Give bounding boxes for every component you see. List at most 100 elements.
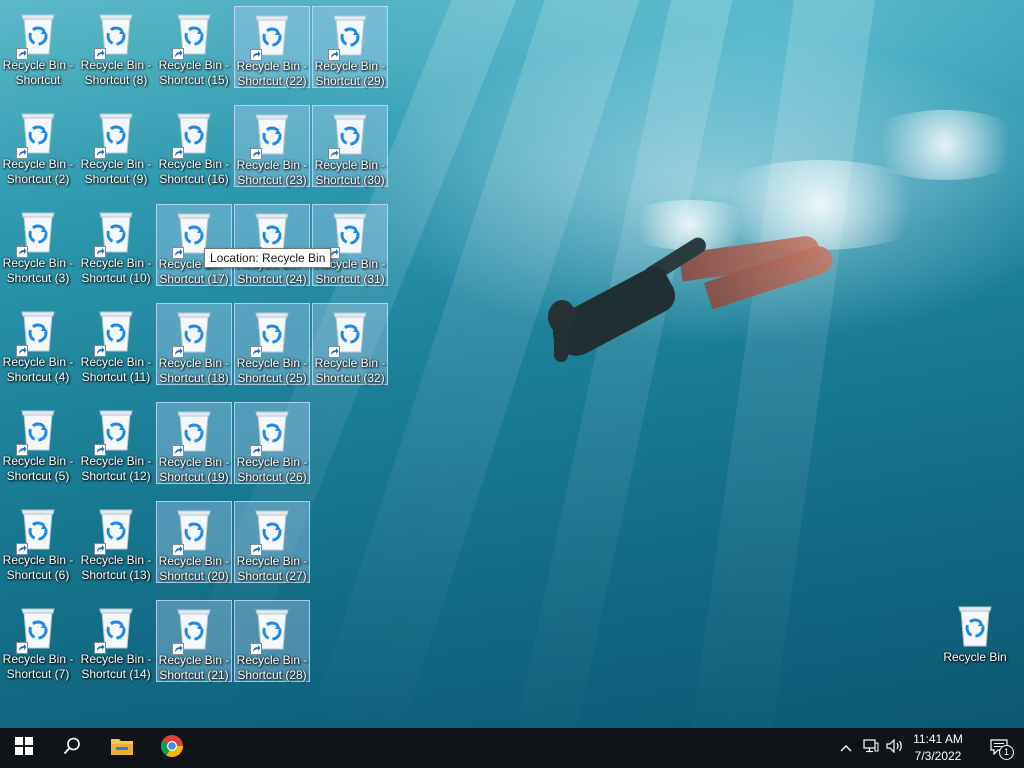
chrome-button[interactable]: [148, 728, 196, 768]
recycle-bin-icon: [16, 505, 58, 555]
volume-tray-button[interactable]: [884, 728, 906, 768]
recycle-bin-shortcut-item[interactable]: Recycle Bin - Shortcut: [0, 6, 76, 88]
recycle-bin-shortcut-item[interactable]: Recycle Bin - Shortcut (7): [0, 600, 76, 682]
shortcut-label: Recycle Bin - Shortcut (3): [0, 256, 76, 286]
recycle-bin-shortcut-item[interactable]: Recycle Bin - Shortcut (5): [0, 402, 76, 484]
recycle-bin-icon: [955, 602, 995, 648]
shortcut-arrow-icon: [94, 48, 106, 60]
recycle-bin-shortcut-item[interactable]: Recycle Bin - Shortcut (15): [156, 6, 232, 88]
shortcut-label: Recycle Bin - Shortcut (13): [78, 553, 154, 583]
recycle-bin-shortcut-item[interactable]: Recycle Bin - Shortcut (20): [156, 501, 232, 583]
recycle-bin-shortcut-item[interactable]: Recycle Bin - Shortcut (8): [78, 6, 154, 88]
recycle-bin-icon-item[interactable]: Recycle Bin: [937, 598, 1013, 680]
shortcut-arrow-icon: [328, 148, 340, 160]
shortcut-arrow-icon: [94, 543, 106, 555]
recycle-bin-shortcut-item[interactable]: Recycle Bin - Shortcut (29): [312, 6, 388, 88]
network-tray-button[interactable]: [860, 728, 882, 768]
desktop[interactable]: Recycle Bin - Shortcut Recycle Bin - Shortc…: [0, 0, 1024, 728]
shortcut-label-line2: Shortcut (2): [6, 172, 70, 186]
shortcut-label-line1: Recycle Bin -: [158, 653, 230, 667]
recycle-bin-icon: [16, 10, 58, 60]
shortcut-arrow-icon: [250, 148, 262, 160]
shortcut-label: Recycle Bin - Shortcut (7): [0, 652, 76, 682]
shortcut-label-line1: Recycle Bin -: [2, 553, 74, 567]
shortcut-label: Recycle Bin - Shortcut (21): [157, 653, 231, 683]
shortcut-label: Recycle Bin - Shortcut (8): [78, 58, 154, 88]
recycle-bin-label: Recycle Bin: [943, 650, 1007, 664]
taskbar-clock[interactable]: 11:41 AM 7/3/2022: [906, 731, 970, 765]
recycle-bin-shortcut-item[interactable]: Recycle Bin - Shortcut (12): [78, 402, 154, 484]
windows-logo-icon: [15, 736, 33, 760]
recycle-bin-shortcut-item[interactable]: Recycle Bin - Shortcut (21): [156, 600, 232, 682]
recycle-bin-shortcut-item[interactable]: Recycle Bin - Shortcut (19): [156, 402, 232, 484]
recycle-bin-icon: [16, 307, 58, 357]
shortcut-label: Recycle Bin - Shortcut (29): [313, 59, 387, 89]
shortcut-label-line2: Shortcut (19): [159, 470, 229, 484]
shortcut-label-line2: Shortcut (28): [237, 668, 307, 682]
shortcut-label-line2: Shortcut (6): [6, 568, 70, 582]
shortcut-label-line1: Recycle Bin -: [236, 158, 308, 172]
search-button[interactable]: [48, 728, 96, 768]
recycle-bin-icon: [16, 208, 58, 258]
recycle-bin-shortcut-item[interactable]: Recycle Bin -Shortcut (24): [234, 204, 310, 286]
action-center-icon: 1: [990, 739, 1014, 760]
shortcut-label-line1: Recycle Bin -: [314, 59, 386, 73]
speaker-icon: [886, 738, 904, 758]
recycle-bin-shortcut-item[interactable]: Recycle Bin - Shortcut (27): [234, 501, 310, 583]
recycle-bin-shortcut-item[interactable]: Recycle Bin - Shortcut (31): [312, 204, 388, 286]
recycle-bin-shortcut-item[interactable]: Recycle Bin - Shortcut (18): [156, 303, 232, 385]
recycle-bin-icon: [172, 10, 214, 60]
shortcut-label-line2: Shortcut (5): [6, 469, 70, 483]
recycle-bin-icon: [16, 406, 58, 456]
shortcut-arrow-icon: [172, 643, 184, 655]
recycle-bin-shortcut-item[interactable]: Recycle Bin - Shortcut (6): [0, 501, 76, 583]
recycle-bin-shortcut-item[interactable]: Recycle Bin - Shortcut (26): [234, 402, 310, 484]
shortcut-label-line2: Shortcut (21): [159, 668, 229, 682]
network-icon: [863, 738, 879, 758]
shortcut-label: Recycle Bin - Shortcut (28): [235, 653, 309, 683]
shortcut-label: Recycle Bin - Shortcut (15): [156, 58, 232, 88]
recycle-bin-shortcut-item[interactable]: Recycle Bin - Shortcut (14): [78, 600, 154, 682]
recycle-bin-icon: [250, 605, 292, 655]
recycle-bin-shortcut-item[interactable]: Recycle Bin - Shortcut (4): [0, 303, 76, 385]
recycle-bin-icon: [172, 605, 214, 655]
shortcut-arrow-icon: [16, 48, 28, 60]
recycle-bin-shortcut-item[interactable]: Recycle Bin - Shortcut (32): [312, 303, 388, 385]
shortcut-label-line1: Recycle Bin -: [158, 157, 230, 171]
recycle-bin-shortcut-item[interactable]: Recycle Bin - Shortcut (30): [312, 105, 388, 187]
shortcut-label-line1: Recycle Bin -: [158, 554, 230, 568]
shortcut-label-line2: Shortcut (24): [237, 272, 307, 286]
recycle-bin-shortcut-item[interactable]: Recycle Bin - Shortcut (10): [78, 204, 154, 286]
recycle-bin-shortcut-item[interactable]: Recycle Bin - Shortcut (9): [78, 105, 154, 187]
shortcut-label-line2: Shortcut (27): [237, 569, 307, 583]
recycle-bin-icon: [172, 407, 214, 457]
recycle-bin-shortcut-item[interactable]: Recycle Bin - Shortcut (2): [0, 105, 76, 187]
shortcut-label-line1: Recycle Bin -: [236, 554, 308, 568]
recycle-bin-icon: [172, 109, 214, 159]
recycle-bin-shortcut-item[interactable]: Recycle Bin - Shortcut (23): [234, 105, 310, 187]
shortcut-label: Recycle Bin - Shortcut (26): [235, 455, 309, 485]
recycle-bin-shortcut-item[interactable]: Recycle Bin - Shortcut (11): [78, 303, 154, 385]
action-center-button[interactable]: 1: [980, 728, 1020, 768]
shortcut-arrow-icon: [250, 544, 262, 556]
recycle-bin-shortcut-item[interactable]: Recycle Bin - Shortcut (28): [234, 600, 310, 682]
recycle-bin-shortcut-item[interactable]: Recycle Bin - Shortcut (17): [156, 204, 232, 286]
shortcut-arrow-icon: [172, 48, 184, 60]
file-explorer-button[interactable]: [98, 728, 146, 768]
clock-time: 11:41 AM: [913, 732, 963, 746]
recycle-bin-shortcut-item[interactable]: Recycle Bin - Shortcut (13): [78, 501, 154, 583]
recycle-bin-icon: [94, 10, 136, 60]
recycle-bin-shortcut-item[interactable]: Recycle Bin - Shortcut (22): [234, 6, 310, 88]
shortcut-arrow-icon: [94, 147, 106, 159]
recycle-bin-icon: [94, 208, 136, 258]
recycle-bin-shortcut-item[interactable]: Recycle Bin - Shortcut (16): [156, 105, 232, 187]
shortcut-label: Recycle Bin - Shortcut (25): [235, 356, 309, 386]
recycle-bin-shortcut-item[interactable]: Recycle Bin - Shortcut (3): [0, 204, 76, 286]
start-button[interactable]: [0, 728, 48, 768]
shortcut-arrow-icon: [328, 49, 340, 61]
recycle-bin-shortcut-item[interactable]: Recycle Bin - Shortcut (25): [234, 303, 310, 385]
recycle-bin-icon: [250, 110, 292, 160]
shortcut-label: Recycle Bin - Shortcut (30): [313, 158, 387, 188]
tooltip: Location: Recycle Bin: [204, 248, 332, 268]
show-hidden-icons-button[interactable]: [836, 728, 856, 768]
